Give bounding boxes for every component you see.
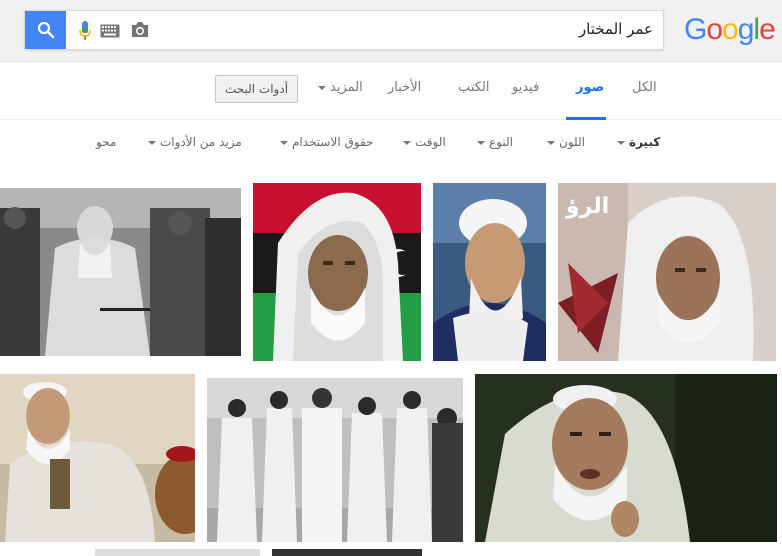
chevron-down-icon bbox=[148, 140, 156, 145]
filter-usage-rights-label: حقوق الاستخدام bbox=[292, 135, 374, 149]
logo-letter: G bbox=[684, 13, 707, 46]
chevron-down-icon bbox=[403, 140, 411, 145]
image-thumbnail bbox=[207, 378, 463, 542]
microphone-icon[interactable] bbox=[77, 19, 93, 43]
camera-icon[interactable] bbox=[130, 21, 150, 39]
filter-time-label: الوقت bbox=[415, 135, 446, 149]
image-thumbnail bbox=[0, 374, 195, 542]
image-result[interactable] bbox=[0, 374, 195, 542]
filter-clear[interactable]: محو bbox=[96, 135, 116, 149]
image-thumbnail bbox=[433, 183, 546, 361]
image-result[interactable] bbox=[207, 378, 463, 542]
image-result-partial[interactable] bbox=[272, 549, 422, 556]
search-tabs: الكل صور فيديو الكتب الأخبار المزيد أدوا… bbox=[0, 62, 782, 120]
active-tab-indicator bbox=[566, 117, 606, 120]
tab-more-label: المزيد bbox=[330, 80, 363, 95]
chevron-down-icon bbox=[280, 140, 288, 145]
filter-time[interactable]: الوقت bbox=[403, 135, 446, 149]
chevron-down-icon bbox=[477, 140, 485, 145]
search-input[interactable]: عمر المختار bbox=[579, 20, 653, 38]
image-thumbnail bbox=[475, 374, 777, 542]
tab-videos[interactable]: فيديو bbox=[512, 80, 539, 95]
image-filter-bar: كبيرة اللون النوع الوقت حقوق الاستخدام م… bbox=[0, 121, 782, 165]
image-result[interactable] bbox=[0, 188, 241, 356]
image-thumbnail bbox=[253, 183, 421, 361]
watermark-text: الرؤ bbox=[565, 194, 609, 219]
filter-more-tools[interactable]: مزيد من الأدوات bbox=[148, 135, 242, 149]
keyboard-icon[interactable] bbox=[100, 24, 120, 38]
image-thumbnail: الرؤ bbox=[558, 183, 776, 361]
tab-images[interactable]: صور bbox=[576, 80, 604, 95]
filter-type-label: النوع bbox=[489, 135, 513, 149]
filter-color[interactable]: اللون bbox=[547, 135, 585, 149]
tab-all[interactable]: الكل bbox=[632, 80, 657, 95]
filter-type[interactable]: النوع bbox=[477, 135, 513, 149]
tab-more[interactable]: المزيد bbox=[318, 80, 363, 95]
chevron-down-icon bbox=[617, 140, 625, 145]
filter-size-label: كبيرة bbox=[629, 135, 661, 149]
filter-usage-rights[interactable]: حقوق الاستخدام bbox=[280, 135, 373, 149]
image-result[interactable] bbox=[475, 374, 777, 542]
image-result-partial[interactable] bbox=[95, 549, 260, 556]
image-result[interactable] bbox=[433, 183, 546, 361]
search-tools-button[interactable]: أدوات البحث bbox=[215, 75, 298, 103]
filter-size[interactable]: كبيرة bbox=[617, 135, 660, 149]
tab-books[interactable]: الكتب bbox=[458, 80, 489, 95]
image-thumbnail bbox=[0, 188, 241, 356]
google-logo[interactable]: Google bbox=[684, 12, 776, 48]
filter-color-label: اللون bbox=[559, 135, 585, 149]
search-button[interactable] bbox=[25, 11, 66, 49]
header: Google عمر المختار bbox=[0, 0, 782, 62]
image-result[interactable] bbox=[253, 183, 421, 361]
search-box[interactable]: عمر المختار bbox=[24, 10, 664, 50]
logo-letter: g bbox=[737, 13, 755, 46]
chevron-down-icon bbox=[547, 140, 555, 145]
chevron-down-icon bbox=[318, 85, 326, 90]
logo-letter: o bbox=[706, 13, 723, 46]
tab-news[interactable]: الأخبار bbox=[388, 80, 421, 95]
search-icon bbox=[37, 21, 54, 39]
logo-letter: o bbox=[722, 13, 739, 46]
image-result[interactable]: الرؤ bbox=[558, 183, 776, 361]
logo-letter: e bbox=[759, 13, 776, 46]
filter-more-tools-label: مزيد من الأدوات bbox=[160, 135, 242, 149]
